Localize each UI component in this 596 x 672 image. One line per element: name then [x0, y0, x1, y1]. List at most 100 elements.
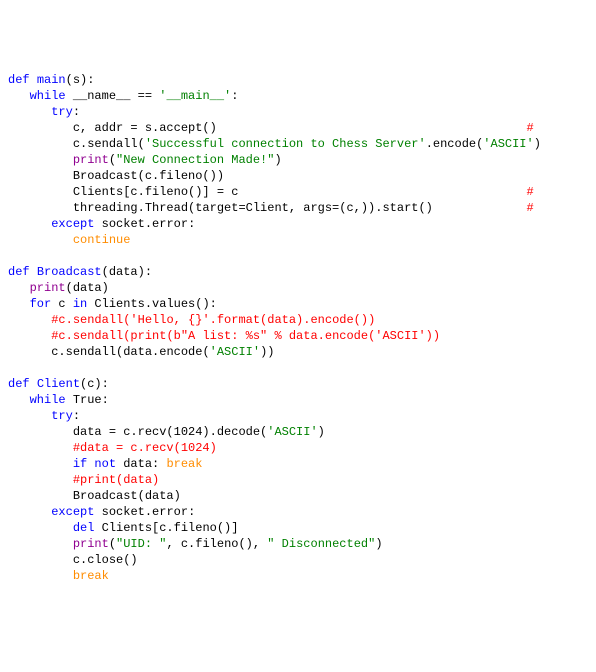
params: (c):: [80, 377, 109, 391]
comment: #data = c.recv(1024): [73, 441, 217, 455]
string: 'ASCII': [483, 137, 533, 151]
keyword-in: in: [73, 297, 87, 311]
indent: [8, 153, 73, 167]
code-line: data = c.recv(1024).decode('ASCII'): [8, 425, 325, 439]
code-text: ): [274, 153, 281, 167]
func-name: Client: [37, 377, 80, 391]
code-line: c.sendall('Successful connection to Ches…: [8, 137, 541, 151]
code-line: #c.sendall('Hello, {}'.format(data).enco…: [8, 313, 375, 327]
indent: [8, 89, 30, 103]
code-text: c.sendall(: [73, 137, 145, 151]
indent: [8, 185, 73, 199]
keyword-not: not: [94, 457, 116, 471]
code-line: try:: [8, 105, 80, 119]
indent: [8, 329, 51, 343]
indent: [8, 457, 73, 471]
indent: [8, 201, 73, 215]
name: True: [73, 393, 102, 407]
code-text: Clients[c.fileno()]: [102, 521, 239, 535]
params: (data):: [102, 265, 152, 279]
space: [94, 521, 101, 535]
params: (s):: [66, 73, 95, 87]
code-text: Clients.values():: [87, 297, 217, 311]
code-line: if not data: break: [8, 457, 202, 471]
code-line: continue: [8, 233, 130, 247]
code-line: c.sendall(data.encode('ASCII')): [8, 345, 274, 359]
keyword-if: if: [73, 457, 87, 471]
code-line: threading.Thread(target=Client, args=(c,…: [8, 201, 541, 215]
comment: #c.sendall(print(b"A list: %s" % data.en…: [51, 329, 440, 343]
code-line: break: [8, 569, 109, 583]
code-text: c, addr = s.accept(): [73, 121, 217, 135]
code-text: )): [260, 345, 274, 359]
code-text: (data): [66, 281, 109, 295]
keyword-break: break: [166, 457, 202, 471]
code-line: for c in Clients.values():: [8, 297, 217, 311]
indent: [8, 425, 73, 439]
indent: [8, 137, 73, 151]
pad: [217, 121, 527, 135]
space: [94, 505, 101, 519]
keyword-def: def: [8, 73, 30, 87]
indent: [8, 553, 73, 567]
indent: [8, 521, 73, 535]
indent: [8, 345, 51, 359]
code-text: c.close(): [73, 553, 138, 567]
func-name: main: [37, 73, 66, 87]
string: '__main__': [159, 89, 231, 103]
code-line: try:: [8, 409, 80, 423]
func-name: Broadcast: [37, 265, 102, 279]
code-text: data:: [116, 457, 166, 471]
indent: [8, 393, 30, 407]
code-line: print("UID: ", c.fileno(), " Disconnecte…: [8, 537, 383, 551]
space: [66, 393, 73, 407]
comment: #: [527, 185, 534, 199]
string: 'ASCII': [210, 345, 260, 359]
keyword-def: def: [8, 265, 30, 279]
indent: [8, 281, 30, 295]
colon: :: [231, 89, 238, 103]
code-line: Broadcast(data): [8, 489, 181, 503]
code-line: Broadcast(c.fileno()): [8, 169, 224, 183]
string: " Disconnected": [267, 537, 375, 551]
code-text: .encode(: [426, 137, 484, 151]
keyword-del: del: [73, 521, 95, 535]
keyword-def: def: [8, 377, 30, 391]
code-text: (: [109, 537, 116, 551]
space: [30, 73, 37, 87]
code-text: ): [318, 425, 325, 439]
code-line: while True:: [8, 393, 109, 407]
string: "UID: ": [116, 537, 166, 551]
indent: [8, 473, 73, 487]
indent: [8, 233, 73, 247]
indent: [8, 489, 73, 503]
keyword-try: try: [51, 105, 73, 119]
name: socket.error: [102, 505, 188, 519]
code-line: c, addr = s.accept() #: [8, 121, 541, 135]
indent: [8, 537, 73, 551]
code-text: (: [109, 153, 116, 167]
keyword-except: except: [51, 505, 94, 519]
code-text: Broadcast(data): [73, 489, 181, 503]
code-line: except socket.error:: [8, 505, 195, 519]
colon: :: [73, 105, 80, 119]
code-line: print("New Connection Made!"): [8, 153, 282, 167]
pad: [433, 201, 527, 215]
name: __name__: [73, 89, 131, 103]
code-text: ): [375, 537, 382, 551]
indent: [8, 297, 30, 311]
comment: #print(data): [73, 473, 159, 487]
code-line: c.close(): [8, 553, 138, 567]
code-text: c.sendall(data.encode(: [51, 345, 209, 359]
colon: :: [102, 393, 109, 407]
code-block: def main(s): while __name__ == '__main__…: [8, 72, 588, 584]
keyword-continue: continue: [73, 233, 131, 247]
comment: #: [527, 201, 541, 215]
code-line: print(data): [8, 281, 109, 295]
builtin-print: print: [73, 537, 109, 551]
code-text: data = c.recv(1024).decode(: [73, 425, 267, 439]
code-line: except socket.error:: [8, 217, 195, 231]
string: "New Connection Made!": [116, 153, 274, 167]
indent: [8, 169, 73, 183]
code-text: Clients[c.fileno()] = c: [73, 185, 239, 199]
